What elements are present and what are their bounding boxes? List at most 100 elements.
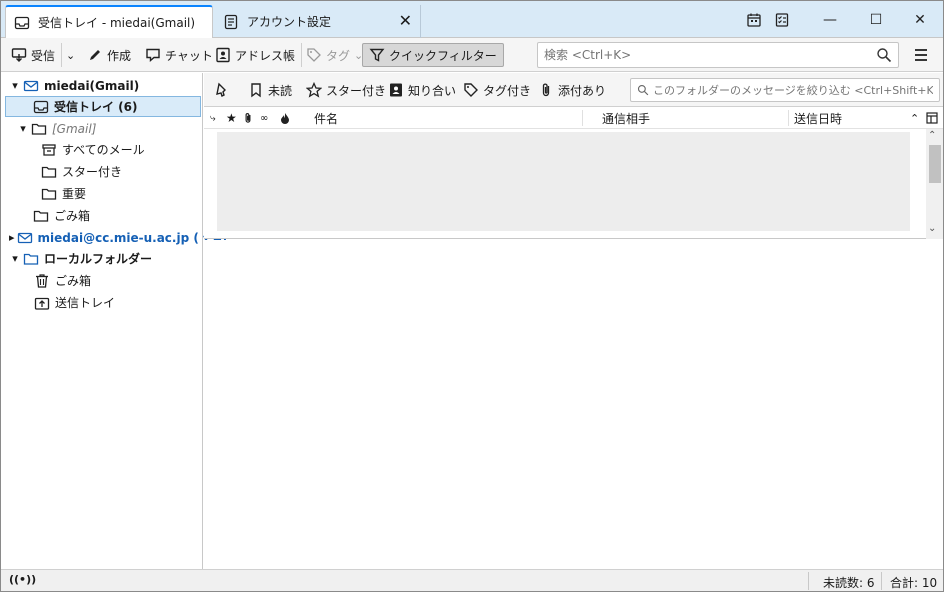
tab-bar: 受信トレイ - miedai(Gmail) アカウント設定 ✕ — ☐ ✕ [1,1,943,38]
folder-gmail-trash[interactable]: ごみ箱 [1,205,203,226]
mail-account-icon [23,78,39,94]
folder-label: miedai@cc.mie-u.ac.jp ( ▾ 4) [37,230,228,245]
tag-icon [464,83,478,97]
get-messages-button[interactable]: 受信 [11,43,55,67]
tasks-icon[interactable] [771,9,793,31]
filter-unread-button[interactable]: 未読 [248,81,292,99]
write-button[interactable]: 作成 [87,43,131,67]
main-toolbar: 受信 ⌄ 作成 チャット アドレス帳 タグ ⌄ クイックフィルター [1,38,943,72]
search-icon [637,84,649,96]
quick-filter-input[interactable] [653,83,933,97]
inbox-icon [33,99,49,115]
filter-icon [369,48,385,62]
folder-account-gmail[interactable]: ▾ miedai(Gmail) [1,75,203,96]
paperclip-icon [542,83,550,97]
folder-pane: ▾ miedai(Gmail) 受信トレイ (6) ▾ [Gmail] すべての… [1,73,227,569]
mail-account-icon [17,230,33,246]
minimize-button[interactable]: — [819,9,841,31]
folder-icon [23,251,39,267]
get-messages-dropdown[interactable]: ⌄ [61,43,75,67]
column-correspondents[interactable]: 通信相手 [602,110,650,126]
junk-column-icon[interactable] [280,110,290,126]
thread-column-header: ⤷ ★ ∞ 件名 通信相手 送信日時 ⌃ [204,107,943,129]
bookmark-icon [251,83,261,98]
archive-icon [41,142,57,158]
redacted-message-list [217,132,910,231]
filter-attachments-button[interactable]: 添付あり [538,81,606,99]
status-divider [881,572,882,590]
scroll-down-icon[interactable]: ⌄ [928,223,936,234]
thread-column-icon[interactable]: ⤷ [210,110,216,126]
column-picker-icon[interactable] [926,110,938,126]
folder-icon [33,208,49,224]
global-search[interactable] [537,42,899,68]
quick-filter-bar: 未読 スター付き 知り合い タグ付き 添付あり [204,73,943,107]
filter-unread-label: 未読 [268,83,293,98]
chat-button[interactable]: チャット [145,43,213,67]
column-divider[interactable] [582,110,583,126]
calendar-icon[interactable] [743,9,765,31]
read-status-column-icon[interactable]: ∞ [260,110,268,126]
sort-ascending-icon[interactable]: ⌃ [910,110,919,126]
menu-icon[interactable] [913,47,929,66]
status-bar: ((•)) 未読数: 6 合計: 10 [1,569,943,591]
filter-starred-button[interactable]: スター付き [306,81,386,99]
tab-inbox[interactable]: 受信トレイ - miedai(Gmail) [5,5,213,38]
scrollbar-thumb[interactable] [929,145,941,183]
folder-gmail-group[interactable]: ▾ [Gmail] [1,118,203,139]
address-book-button[interactable]: アドレス帳 [215,43,295,67]
filter-tags-button[interactable]: タグ付き [463,81,531,99]
pencil-icon [90,50,100,60]
inbox-icon [14,15,30,31]
message-preview-pane [204,240,943,569]
close-window-button[interactable]: ✕ [909,9,931,31]
search-input[interactable] [544,44,864,66]
tab-label: 受信トレイ - miedai(Gmail) [38,16,196,30]
sticky-filter-icon[interactable] [214,81,234,99]
filter-tags-label: タグ付き [483,83,532,98]
filter-contacts-button[interactable]: 知り合い [388,81,456,99]
column-date[interactable]: 送信日時 [794,110,842,126]
close-tab-icon[interactable]: ✕ [399,11,412,30]
folder-local-folders[interactable]: ▾ ローカルフォルダー [1,248,203,269]
chevron-down-icon[interactable]: ▾ [9,79,21,92]
tag-label: タグ [326,48,351,63]
scroll-up-icon[interactable]: ⌃ [928,130,936,141]
attachment-column-icon[interactable] [242,110,254,126]
folder-all-mail[interactable]: すべてのメール [1,139,203,160]
folder-inbox[interactable]: 受信トレイ (6) [5,96,201,117]
folder-icon [31,121,47,137]
online-status-icon[interactable]: ((•)) [9,573,36,586]
folder-important[interactable]: 重要 [1,183,203,204]
settings-page-icon [223,14,239,30]
column-divider[interactable] [788,110,789,126]
filter-attachments-label: 添付あり [558,83,607,98]
maximize-button[interactable]: ☐ [865,9,887,31]
tab-account-settings[interactable]: アカウント設定 ✕ [215,5,421,38]
star-column-icon[interactable]: ★ [226,110,237,126]
outbox-icon [34,295,50,311]
chevron-down-icon[interactable]: ▾ [9,252,21,265]
status-divider [808,572,809,590]
quick-filter-search[interactable] [630,78,940,102]
folder-outbox[interactable]: 送信トレイ [1,292,203,313]
chevron-right-icon[interactable]: ▸ [9,231,15,244]
write-label: 作成 [107,48,132,63]
chat-icon [146,48,160,63]
tag-button[interactable]: タグ ⌄ [301,43,363,67]
folder-starred[interactable]: スター付き [1,161,203,182]
thread-list[interactable]: ⌃ ⌄ [204,129,943,239]
folder-label: すべてのメール [62,143,145,157]
search-icon[interactable] [876,47,892,66]
folder-label: ごみ箱 [55,274,92,288]
thread-scrollbar[interactable]: ⌃ ⌄ [926,129,943,239]
quick-filter-button[interactable]: クイックフィルター [362,43,504,67]
tag-icon [307,48,321,62]
folder-label: [Gmail] [52,121,97,136]
folder-icon [41,164,57,180]
folder-label: miedai(Gmail) [44,78,140,93]
chevron-down-icon[interactable]: ▾ [17,122,29,135]
folder-account-mie-u[interactable]: ▸ miedai@cc.mie-u.ac.jp ( ▾ 4) [1,227,227,248]
column-subject[interactable]: 件名 [314,110,338,126]
folder-local-trash[interactable]: ごみ箱 [1,270,203,291]
